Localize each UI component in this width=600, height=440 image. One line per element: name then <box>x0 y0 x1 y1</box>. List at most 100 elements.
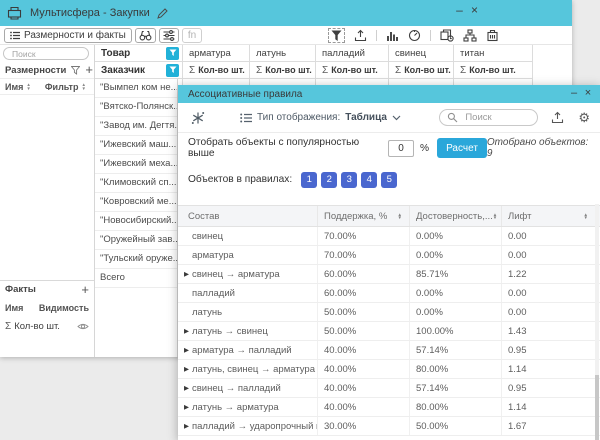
rules-table-row[interactable]: ▶арматура70.00%0.00%0.00 <box>178 246 600 265</box>
rule-objects-count-button[interactable]: 5 <box>381 172 397 188</box>
pivot-row-label[interactable]: "Оружейный зав... <box>95 231 177 250</box>
rules-table-row[interactable]: ▶арматура → палладий40.00%57.14%0.95 <box>178 341 600 360</box>
modal-search[interactable] <box>439 109 538 126</box>
pivot-row-label[interactable]: "Завод им. Дегтя... <box>95 117 177 136</box>
pivot-row-label[interactable]: "Ижевский меха... <box>95 155 177 174</box>
rule-name-cell: ▶свинец <box>178 227 318 245</box>
rules-table-row[interactable]: ▶свинец → арматура60.00%85.71%1.22 <box>178 265 600 284</box>
popularity-threshold-input[interactable] <box>388 140 414 157</box>
rule-objects-count-button[interactable]: 4 <box>361 172 377 188</box>
pivot-column-header[interactable]: свинец <box>389 45 454 62</box>
pivot-row-label[interactable]: "Новосибирский... <box>95 212 177 231</box>
pivot-dim-tovar[interactable]: Товар <box>95 45 183 62</box>
expander-icon[interactable]: ▶ <box>184 384 192 392</box>
rules-table-body: ▶свинец70.00%0.00%0.00▶арматура70.00%0.0… <box>178 227 600 436</box>
search-input[interactable] <box>3 47 89 60</box>
header-lift[interactable]: Лифт ▲▼ <box>502 206 595 226</box>
settings-sliders-button[interactable] <box>159 28 179 43</box>
filter-toolbar-button[interactable] <box>328 28 345 43</box>
funnel-outline-icon[interactable] <box>71 66 80 75</box>
gauge-button[interactable] <box>408 29 421 42</box>
visibility-eye-icon[interactable] <box>77 322 89 331</box>
fn-button[interactable]: fn <box>182 28 202 43</box>
fact-row[interactable]: Σ Кол-во шт. <box>0 318 94 334</box>
rules-table-row[interactable]: ▶латунь → свинец50.00%100.00%1.43 <box>178 322 600 341</box>
pivot-column-header[interactable]: арматура <box>183 45 250 62</box>
add-dimension-button[interactable]: + <box>85 65 93 75</box>
add-fact-button[interactable]: + <box>81 285 89 295</box>
pivot-row-label[interactable]: "Вымпел ком не... <box>95 79 177 98</box>
modal-close-button[interactable]: × <box>582 86 594 101</box>
display-type-value: Таблица <box>345 112 387 123</box>
header-confidence[interactable]: Достоверность,... ▲▼ <box>410 206 502 226</box>
rule-objects-count-button[interactable]: 2 <box>321 172 337 188</box>
rules-table-row[interactable]: ▶палладий → ударопрочный п...30.00%50.00… <box>178 417 600 436</box>
header-support[interactable]: Поддержка, % ▲▼ <box>318 206 410 226</box>
display-type-control[interactable]: Тип отображения: Таблица <box>240 112 401 123</box>
filter-chip-icon[interactable] <box>166 64 179 77</box>
header-sostav[interactable]: Состав <box>178 206 318 226</box>
pivot-column-header[interactable]: титан <box>454 45 533 62</box>
calculate-button[interactable]: Расчет <box>437 138 487 158</box>
dimensions-facts-label: Размерности и факты <box>24 30 126 41</box>
pivot-measure-cell[interactable]: ΣКол-во шт. <box>389 62 454 79</box>
dimensions-facts-button[interactable]: Размерности и факты <box>4 28 132 43</box>
name-column-label[interactable]: Имя <box>5 82 23 92</box>
rules-table-row[interactable]: ▶латунь50.00%0.00%0.00 <box>178 303 600 322</box>
search-objects-button[interactable] <box>135 28 156 43</box>
pivot-row-label[interactable]: Всего <box>95 269 177 288</box>
modal-export-button[interactable] <box>551 111 564 124</box>
expander-icon[interactable]: ▶ <box>184 327 192 335</box>
pivot-row-label[interactable]: "Климовский сп... <box>95 174 177 193</box>
chart-button[interactable] <box>386 30 399 41</box>
sort-icon[interactable]: ▲▼ <box>493 213 497 220</box>
pivot-column-header[interactable]: латунь <box>250 45 316 62</box>
expander-icon[interactable]: ▶ <box>184 365 192 373</box>
pivot-measure-cell[interactable]: ΣКол-во шт. <box>454 62 533 79</box>
modal-minimize-button[interactable]: – <box>568 86 580 101</box>
filter-column-label[interactable]: Фильтр <box>45 82 79 92</box>
rule-objects-count-button[interactable]: 1 <box>301 172 317 188</box>
main-toolbar: Размерности и факты fn <box>0 26 572 45</box>
pivot-measure-cell[interactable]: ΣКол-во шт. <box>250 62 316 79</box>
scrollbar-thumb[interactable] <box>595 375 599 440</box>
sort-icon[interactable]: ▲▼ <box>81 83 85 90</box>
rules-table-row[interactable]: ▶латунь, свинец → арматура40.00%80.00%1.… <box>178 360 600 379</box>
filter-chip-icon[interactable] <box>166 47 179 60</box>
pivot-row-label[interactable]: "Ижевский маш... <box>95 136 177 155</box>
expander-icon[interactable]: ▶ <box>184 270 192 278</box>
sort-icon[interactable]: ▲▼ <box>26 83 30 90</box>
export-button[interactable] <box>354 29 367 42</box>
sort-icon[interactable]: ▲▼ <box>584 213 588 220</box>
expander-icon[interactable]: ▶ <box>184 403 192 411</box>
modal-scrollbar[interactable] <box>595 204 599 440</box>
hierarchy-button[interactable] <box>463 29 477 42</box>
sort-icon[interactable]: ▲▼ <box>398 213 402 220</box>
rules-table-header: Состав Поддержка, % ▲▼ Достоверность,...… <box>178 205 600 227</box>
rules-table-row[interactable]: ▶свинец70.00%0.00%0.00 <box>178 227 600 246</box>
rules-settings-icon[interactable] <box>190 110 206 126</box>
pivot-measure-cell[interactable]: ΣКол-во шт. <box>316 62 389 79</box>
minimize-button[interactable]: – <box>453 2 466 18</box>
rules-table-row[interactable]: ▶латунь → арматура40.00%80.00%1.14 <box>178 398 600 417</box>
rules-table-row[interactable]: ▶палладий60.00%0.00%0.00 <box>178 284 600 303</box>
pivot-column-header[interactable]: палладий <box>316 45 389 62</box>
gear-icon[interactable]: ⚙ <box>578 111 590 124</box>
edit-title-icon[interactable] <box>157 8 168 19</box>
rule-objects-count-button[interactable]: 3 <box>341 172 357 188</box>
pivot-row-label[interactable]: "Вятско-Полянск... <box>95 98 177 117</box>
rules-table-row[interactable]: ▶свинец → палладий40.00%57.14%0.95 <box>178 379 600 398</box>
copy-button[interactable] <box>440 29 454 42</box>
pivot-measure-cell[interactable]: ΣКол-во шт. <box>183 62 250 79</box>
pivot-dim-zakazchik[interactable]: Заказчик <box>95 62 183 79</box>
rule-name: латунь → свинец <box>192 326 268 337</box>
pivot-row-label[interactable]: "Ковровский ме... <box>95 193 177 212</box>
expander-icon[interactable]: ▶ <box>184 346 192 354</box>
rule-confidence: 85.71% <box>410 265 502 283</box>
archive-button[interactable] <box>486 29 499 42</box>
modal-search-input[interactable] <box>463 111 537 124</box>
pivot-row-label[interactable]: "Тульский оруже... <box>95 250 177 269</box>
rule-confidence: 0.00% <box>410 303 502 321</box>
close-button[interactable]: × <box>468 2 481 18</box>
expander-icon[interactable]: ▶ <box>184 422 192 430</box>
